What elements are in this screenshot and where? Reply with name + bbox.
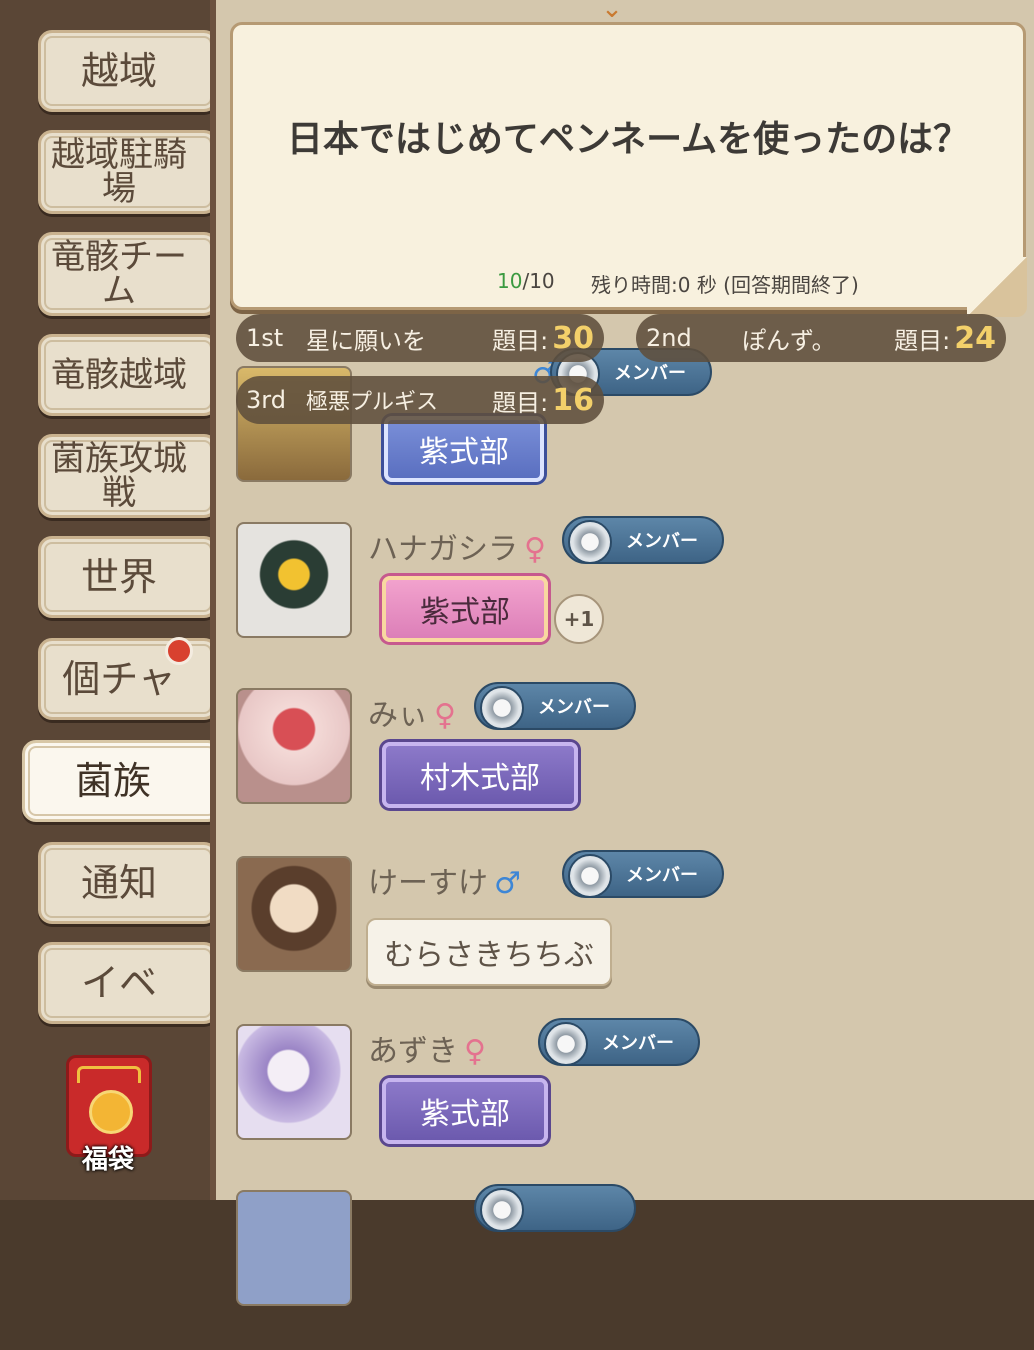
tab-dragon-etsuiki[interactable]: 竜骸越域 xyxy=(38,334,218,416)
tab-etsuiki-stable[interactable]: 越域駐騎場 xyxy=(38,130,218,214)
tab-label: 越域駐騎場 xyxy=(51,135,187,209)
avatar[interactable] xyxy=(236,522,352,638)
quiz-timer: 残り時間:0 秒 (回答期間終了) xyxy=(591,273,859,297)
list-item[interactable]: ハナガシラ ♀ メンバー 紫式部 +1 xyxy=(236,516,1016,682)
quiz-card: 日本ではじめてペンネームを使ったのは？ 10/10 残り時間:0 秒 (回答期間… xyxy=(230,22,1027,317)
tab-notifications[interactable]: 通知 xyxy=(38,842,218,924)
title-plate: 紫式部 xyxy=(384,416,544,482)
tab-label: 世界 xyxy=(80,555,157,599)
tab-events[interactable]: イベ xyxy=(38,942,218,1024)
lucky-bag-button[interactable]: 福袋 xyxy=(66,1055,152,1175)
tab-world[interactable]: 世界 xyxy=(38,536,218,618)
avatar[interactable] xyxy=(236,1024,352,1140)
title-plate: むらさきちちぶ xyxy=(366,918,612,986)
tab-label: 通知 xyxy=(80,861,157,905)
title-plate: 紫式部 xyxy=(382,1078,548,1144)
role-badge[interactable]: メンバー xyxy=(562,516,724,564)
tab-guild[interactable]: 菌族 xyxy=(22,740,222,822)
page-curl-icon xyxy=(967,257,1027,317)
list-item[interactable]: けーすけ ♂ メンバー むらさきちちぶ xyxy=(236,850,1016,1016)
tab-label: 竜骸チーム xyxy=(51,237,187,311)
notification-dot xyxy=(165,637,193,665)
tab-private-chat[interactable]: 個チャ xyxy=(38,637,218,720)
rank-1st: 1st 星に願いを 題目: 30 xyxy=(236,314,604,362)
member-name: ハナガシラ ♀ xyxy=(368,532,546,567)
title-plate: 村木式部 xyxy=(382,742,578,808)
role-badge[interactable] xyxy=(474,1184,636,1232)
lucky-bag-label: 福袋 xyxy=(81,1145,134,1175)
tab-label: 菌族攻城戦 xyxy=(51,439,187,513)
tab-etsuiki[interactable]: 越域 xyxy=(38,30,218,112)
female-icon: ♀ xyxy=(464,1034,486,1069)
list-item[interactable]: みぃ ♀ メンバー 村木式部 xyxy=(236,682,1016,848)
role-badge[interactable]: メンバー xyxy=(474,682,636,730)
score: 30 xyxy=(552,320,594,356)
member-name: あずき ♀ xyxy=(368,1034,486,1069)
tab-guild-siege[interactable]: 菌族攻城戦 xyxy=(38,434,218,518)
female-icon: ♀ xyxy=(524,532,546,567)
list-item[interactable]: あずき ♀ メンバー 紫式部 xyxy=(236,1018,1016,1184)
title-plate: 紫式部 xyxy=(382,576,548,642)
member-name: みぃ ♀ xyxy=(368,698,456,733)
tab-label: 越域 xyxy=(80,49,157,93)
score: 16 xyxy=(552,382,594,418)
female-icon: ♀ xyxy=(434,698,456,733)
avatar[interactable] xyxy=(236,856,352,972)
score: 24 xyxy=(954,320,996,356)
avatar[interactable] xyxy=(236,688,352,804)
tab-label: 個チャ xyxy=(62,657,176,701)
member-name: けーすけ ♂ xyxy=(368,866,521,901)
role-badge[interactable]: メンバー xyxy=(538,1018,700,1066)
rank-3rd: 3rd 極悪プルギス 題目: 16 xyxy=(236,376,604,424)
role-badge[interactable]: メンバー xyxy=(562,850,724,898)
tab-dragon-team[interactable]: 竜骸チーム xyxy=(38,232,218,316)
tab-label: イベ xyxy=(80,961,157,1005)
avatar[interactable] xyxy=(236,1190,352,1306)
tab-label: 竜骸越域 xyxy=(51,355,187,395)
male-icon: ♂ xyxy=(494,866,521,901)
rank-2nd: 2nd ぽんず。 題目: 24 xyxy=(636,314,1006,362)
extra-titles-badge[interactable]: +1 xyxy=(554,594,604,644)
sidebar: 越域 越域駐騎場 竜骸チーム 竜骸越域 菌族攻城戦 世界 個チャ 菌族 通知 イ… xyxy=(0,0,222,1200)
quiz-question: 日本ではじめてペンネームを使ったのは？ xyxy=(286,119,970,160)
list-item[interactable] xyxy=(236,1184,1016,1350)
tab-label: 菌族 xyxy=(74,759,151,803)
quiz-progress: 10/10 xyxy=(497,269,555,293)
